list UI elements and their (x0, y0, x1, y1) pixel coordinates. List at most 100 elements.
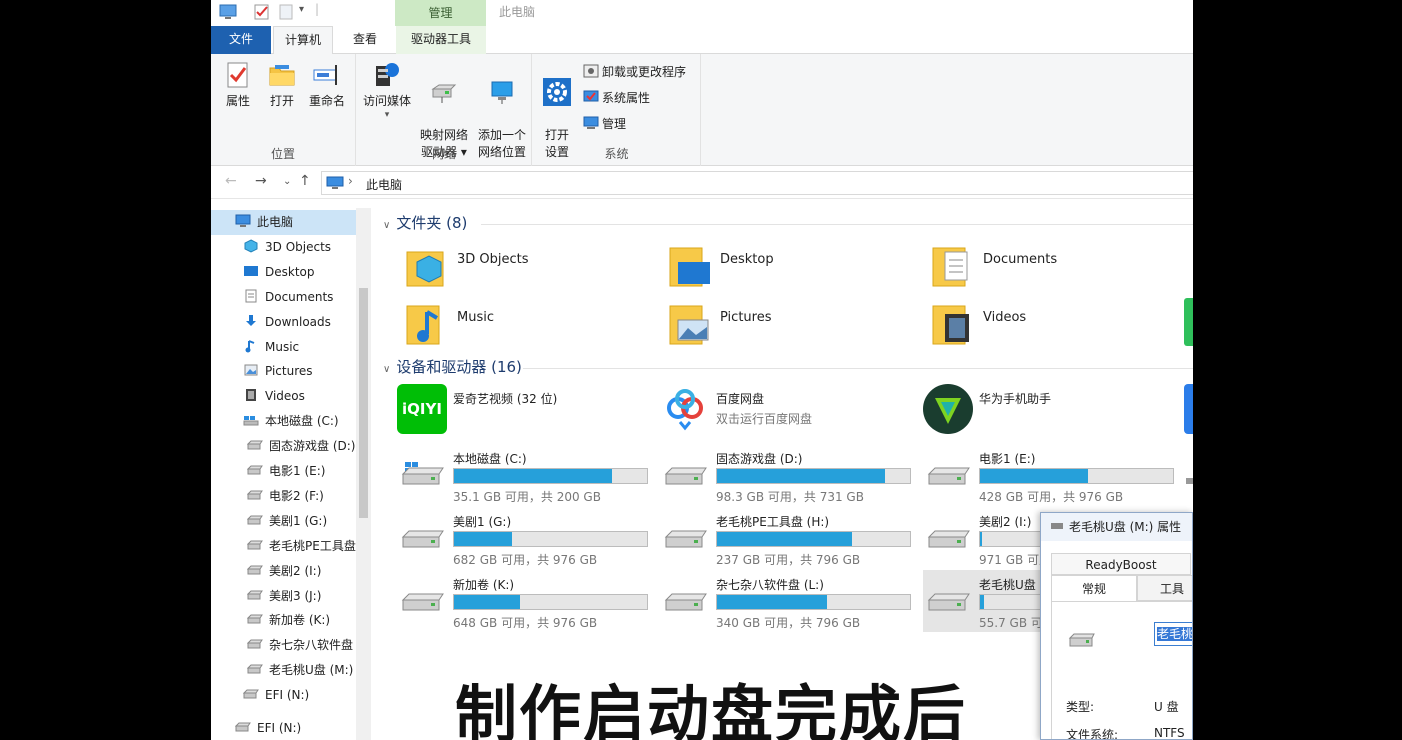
filesystem-value: NTFS (1154, 726, 1185, 740)
nav-item[interactable]: Desktop (211, 260, 356, 285)
nav-item-label: 电影1 (E:) (269, 464, 326, 478)
address-input[interactable]: › 此电脑 (321, 171, 1193, 195)
folder-item[interactable]: Videos (929, 300, 1169, 352)
tab-drive-tools[interactable]: 驱动器工具 (396, 26, 486, 54)
tab-tools[interactable]: 工具 (1137, 575, 1192, 601)
nav-item[interactable]: EFI (N:) (211, 716, 356, 740)
nav-item[interactable]: 此电脑 (211, 210, 356, 235)
nav-item[interactable]: Documents (211, 285, 356, 310)
app-item[interactable]: iQIYI 爱奇艺视频 (32 位) (397, 384, 647, 440)
rename-button[interactable]: 重命名 (307, 60, 347, 110)
pc-icon[interactable] (219, 3, 237, 21)
drive-usage-bar (716, 594, 911, 610)
drive-icon (247, 440, 263, 450)
app-item[interactable]: 百度网盘 双击运行百度网盘 (660, 384, 910, 440)
nav-item[interactable]: 电影1 (E:) (211, 459, 356, 484)
nav-item[interactable]: 美剧3 (J:) (211, 584, 356, 609)
drive-usage-fill (454, 532, 512, 546)
folder-item[interactable]: Music (403, 300, 643, 352)
drive-usage-bar (453, 531, 648, 547)
tab-readyboost[interactable]: ReadyBoost (1051, 553, 1191, 575)
folder-name: Videos (983, 310, 1027, 325)
nav-item-label: 美剧3 (J:) (269, 588, 322, 603)
drive-name-input[interactable]: 老毛桃 (1154, 622, 1192, 646)
properties-check-icon[interactable] (253, 3, 271, 21)
uninstall-icon (583, 64, 599, 78)
drive-item[interactable]: 本地磁盘 (C:) 35.1 GB 可用，共 200 GB (397, 444, 652, 506)
ribbon-group-system-label: 系统 (604, 147, 629, 161)
huawei-assistant-icon (923, 384, 973, 434)
drive-name: 固态游戏盘 (D:) (716, 452, 803, 466)
system-properties-button[interactable]: 系统属性 (583, 90, 650, 106)
nav-item[interactable]: Downloads (211, 310, 356, 335)
drive-item[interactable]: 固态游戏盘 (D:) 98.3 GB 可用，共 731 GB (660, 444, 915, 506)
folder-item[interactable]: Documents (929, 242, 1169, 294)
folder-icon (932, 247, 968, 287)
folder-icon (406, 305, 440, 345)
drive-usage-fill (717, 595, 827, 609)
drive-item[interactable]: 老毛桃PE工具盘 (H:) 237 GB 可用，共 796 GB (660, 507, 915, 569)
drive-icon (927, 593, 970, 611)
new-folder-icon[interactable] (277, 3, 295, 21)
tab-general[interactable]: 常规 (1051, 575, 1137, 602)
drive-name: 新加卷 (K:) (453, 578, 515, 592)
tab-computer[interactable]: 计算机 (273, 26, 333, 55)
manage-button[interactable]: 管理 (583, 116, 626, 132)
drive-icon (247, 465, 263, 475)
app-item[interactable]: 华为手机助手 (923, 384, 1173, 440)
nav-item[interactable]: 老毛桃PE工具盘 (211, 534, 356, 559)
rename-label: 重命名 (308, 94, 345, 108)
breadcrumb-separator[interactable]: › (348, 174, 353, 188)
desktop-icon (244, 265, 258, 276)
forward-arrow-icon[interactable]: → (255, 173, 267, 189)
dialog-title-bar[interactable]: 老毛桃U盘 (M:) 属性 (1041, 513, 1192, 541)
nav-item[interactable]: 美剧1 (G:) (211, 509, 356, 534)
drive-item[interactable]: 美剧1 (G:) 682 GB 可用，共 976 GB (397, 507, 652, 569)
nav-item[interactable]: 美剧2 (I:) (211, 559, 356, 584)
network-drive-icon (431, 84, 457, 103)
folder-item[interactable]: 3D Objects (403, 242, 643, 294)
drive-usage-bar (979, 468, 1174, 484)
access-media-button[interactable]: 访问媒体 ▾ (361, 60, 413, 120)
folder-name: Music (457, 310, 494, 325)
back-arrow-icon[interactable]: ← (225, 173, 237, 189)
nav-item[interactable]: Music (211, 335, 356, 360)
nav-item-label: 杂七杂八软件盘 (269, 638, 354, 653)
navigation-scrollbar[interactable] (356, 208, 371, 740)
nav-item[interactable]: 电影2 (F:) (211, 484, 356, 509)
scrollbar-thumb[interactable] (359, 288, 368, 518)
nav-item[interactable]: Videos (211, 384, 356, 409)
quick-access-dropdown-icon[interactable]: ▾ (299, 4, 304, 15)
nav-item[interactable]: 固态游戏盘 (D:) (211, 434, 356, 459)
nav-item[interactable]: 新加卷 (K:) (211, 608, 356, 633)
folder-item[interactable]: Desktop (666, 242, 906, 294)
tab-view[interactable]: 查看 (341, 26, 389, 54)
nav-item[interactable]: 本地磁盘 (C:) (211, 409, 356, 434)
nav-item[interactable]: 3D Objects (211, 235, 356, 260)
drive-item[interactable]: 电影1 (E:) 428 GB 可用，共 976 GB (923, 444, 1178, 506)
breadcrumb-this-pc[interactable]: 此电脑 (366, 176, 402, 193)
drive-icon (247, 490, 263, 500)
address-bar: ← → ⌄ ↑ › 此电脑 (211, 167, 1193, 199)
folders-section-header[interactable]: ∨ 文件夹 (8) (383, 212, 467, 233)
type-label: 类型: (1066, 700, 1095, 714)
open-button[interactable]: 打开 (265, 60, 299, 110)
nav-item[interactable]: 杂七杂八软件盘 (211, 633, 356, 658)
system-properties-icon (583, 90, 599, 102)
drive-item[interactable]: 杂七杂八软件盘 (L:) 340 GB 可用，共 796 GB (660, 570, 915, 632)
nav-item[interactable]: 老毛桃U盘 (M:) (211, 658, 356, 683)
uninstall-program-button[interactable]: 卸载或更改程序 (583, 64, 686, 80)
folder-item[interactable]: Pictures (666, 300, 906, 352)
nav-item[interactable]: EFI (N:) (211, 683, 356, 708)
drive-item[interactable]: 新加卷 (K:) 648 GB 可用，共 976 GB (397, 570, 652, 632)
usb-drive-icon (1068, 633, 1095, 647)
recent-locations-icon[interactable]: ⌄ (283, 176, 291, 187)
chevron-down-icon: ∨ (383, 364, 391, 375)
up-arrow-icon[interactable]: ↑ (299, 173, 311, 189)
tab-file[interactable]: 文件 (211, 26, 271, 54)
drive-icon (247, 515, 263, 525)
properties-button[interactable]: 属性 (221, 60, 255, 110)
nav-item[interactable]: Pictures (211, 359, 356, 384)
devices-section-header[interactable]: ∨ 设备和驱动器 (16) (383, 356, 522, 377)
drive-icon (401, 593, 444, 611)
